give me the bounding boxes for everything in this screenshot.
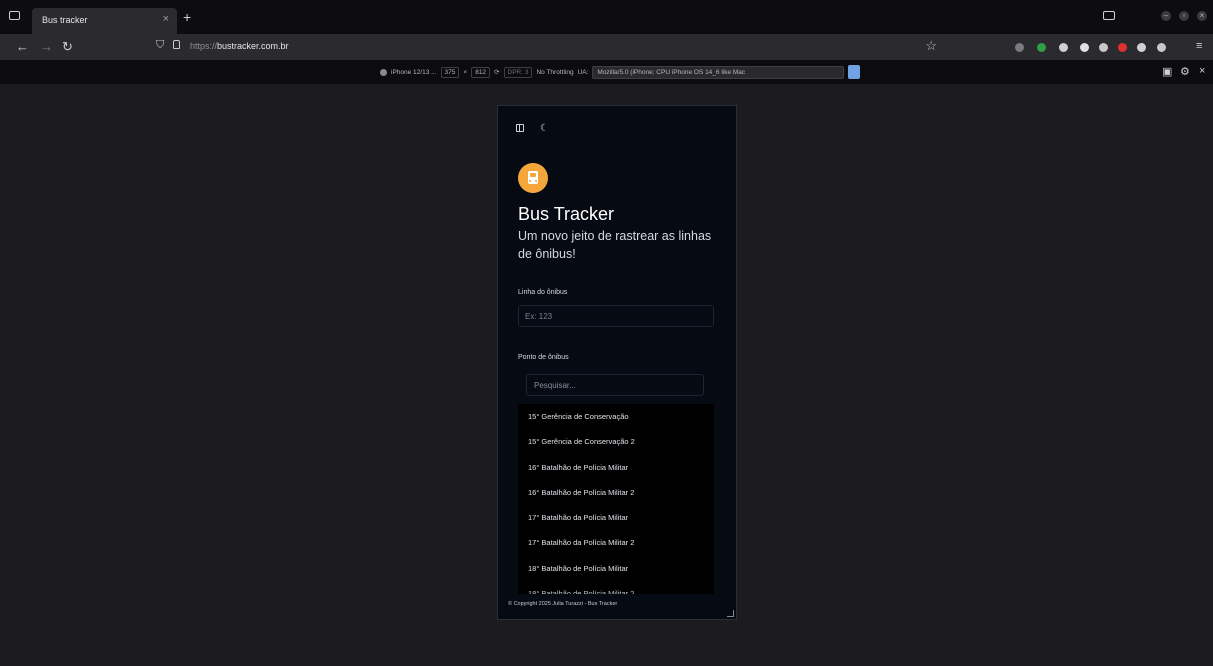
device-icon bbox=[380, 68, 387, 76]
pocket-extension-icon[interactable] bbox=[1015, 43, 1024, 52]
stop-option[interactable]: 18° Batalhão de Polícia Militar bbox=[518, 556, 714, 581]
close-rdm-icon[interactable]: × bbox=[1199, 65, 1205, 77]
responsive-design-toolbar: iPhone 12/13 ... 375 × 812 ⟳ DPR: 3 No T… bbox=[0, 60, 1213, 84]
stop-option[interactable]: 15° Gerência de Conservação 2 bbox=[518, 429, 714, 454]
stop-option[interactable]: 16° Batalhão de Polícia Militar bbox=[518, 455, 714, 480]
tab-title: Bus tracker bbox=[42, 15, 88, 25]
new-tab-button[interactable]: + bbox=[183, 9, 191, 25]
browser-tab-bar: Bus tracker × + – ▫ × bbox=[0, 0, 1213, 34]
ua-label: UA: bbox=[577, 68, 589, 76]
clipboard-extension-icon[interactable] bbox=[1099, 43, 1108, 52]
url-text[interactable]: https://bustracker.com.br bbox=[190, 41, 289, 51]
footer-copyright: © Copyright 2025 Julia Turazzi - Bus Tra… bbox=[508, 601, 618, 607]
stop-option[interactable]: 17° Batalhão da Polícia Militar 2 bbox=[518, 530, 714, 555]
bus-line-input[interactable] bbox=[518, 305, 714, 327]
screenshot-icon[interactable]: ▣ bbox=[1162, 65, 1172, 78]
back-button[interactable]: ← bbox=[16, 39, 29, 54]
tracking-shield-icon[interactable]: ⛉ bbox=[156, 39, 164, 52]
red-extension-icon[interactable] bbox=[1118, 43, 1127, 52]
viewport-height[interactable]: 812 bbox=[471, 66, 491, 78]
viewport-width[interactable]: 375 bbox=[440, 66, 460, 78]
dpr-select[interactable]: DPR: 3 bbox=[503, 66, 533, 78]
app-title: Bus Tracker bbox=[518, 204, 615, 224]
device-viewport: ☾ Bus Tracker Um novo jeito de rastrear … bbox=[497, 105, 737, 620]
bookmark-star-icon[interactable]: ☆ bbox=[925, 38, 937, 54]
url-host: bustracker.com.br bbox=[217, 41, 289, 51]
throttling-select[interactable]: No Throttling bbox=[536, 69, 573, 76]
stop-list[interactable]: 15° Gerência de Conservação 15° Gerência… bbox=[518, 404, 714, 594]
device-select[interactable]: iPhone 12/13 ... bbox=[391, 69, 437, 76]
stop-option[interactable]: 16° Batalhão de Polícia Militar 2 bbox=[518, 480, 714, 505]
stop-search-input[interactable] bbox=[526, 374, 704, 396]
user-agent-input[interactable]: Mozilla/5.0 (iPhone; CPU iPhone OS 14_6 … bbox=[592, 65, 845, 79]
reload-button[interactable]: ↻ bbox=[62, 39, 73, 55]
app-subtitle: Um novo jeito de rastrear as linhas de ô… bbox=[518, 229, 712, 261]
green-extension-icon[interactable] bbox=[1037, 43, 1046, 52]
touch-simulation-icon[interactable] bbox=[848, 65, 861, 79]
url-protocol: https:// bbox=[190, 41, 218, 51]
tab-overview-icon[interactable] bbox=[9, 11, 20, 20]
line-field-label: Linha do ônibus bbox=[518, 289, 568, 296]
resize-handle[interactable] bbox=[727, 610, 734, 617]
menu-icon[interactable]: ≡ bbox=[1196, 40, 1202, 52]
stop-option[interactable]: 17° Batalhão da Polícia Militar bbox=[518, 505, 714, 530]
translate-extension-icon[interactable] bbox=[1157, 43, 1166, 52]
theme-toggle-icon[interactable]: ☾ bbox=[540, 124, 550, 134]
bus-icon bbox=[528, 171, 538, 184]
sidebar-panel-icon[interactable] bbox=[516, 124, 524, 132]
sidebar-toggle-icon[interactable] bbox=[1103, 11, 1115, 20]
rdm-controls: iPhone 12/13 ... 375 × 812 ⟳ DPR: 3 No T… bbox=[380, 65, 861, 79]
maximize-button[interactable]: ▫ bbox=[1179, 11, 1189, 21]
tab-close-icon[interactable]: × bbox=[163, 13, 169, 25]
shield-extension-icon[interactable] bbox=[1080, 43, 1089, 52]
stop-option[interactable]: 15° Gerência de Conservação bbox=[518, 404, 714, 429]
rotate-icon[interactable]: ⟳ bbox=[494, 68, 499, 76]
cloud-extension-icon[interactable] bbox=[1137, 43, 1146, 52]
forward-button[interactable]: → bbox=[40, 39, 53, 54]
stop-option[interactable]: 18° Batalhão de Polícia Militar 2 bbox=[518, 581, 714, 594]
minimize-button[interactable]: – bbox=[1161, 11, 1171, 21]
close-window-button[interactable]: × bbox=[1197, 11, 1207, 21]
tools-extension-icon[interactable] bbox=[1059, 43, 1068, 52]
browser-tab[interactable]: Bus tracker × bbox=[32, 8, 177, 34]
stop-field-label: Ponto de ônibus bbox=[518, 354, 569, 361]
app-logo bbox=[518, 163, 548, 193]
browser-nav-bar: ← → ↻ ⛉ https://bustracker.com.br ☆ ≡ bbox=[0, 34, 1213, 60]
lock-icon[interactable] bbox=[173, 40, 180, 49]
settings-gear-icon[interactable]: ⚙ bbox=[1180, 65, 1190, 78]
app-toolbar: ☾ bbox=[516, 124, 550, 134]
url-bar[interactable]: ⛉ https://bustracker.com.br ☆ bbox=[150, 36, 945, 57]
times-sign: × bbox=[463, 68, 468, 76]
